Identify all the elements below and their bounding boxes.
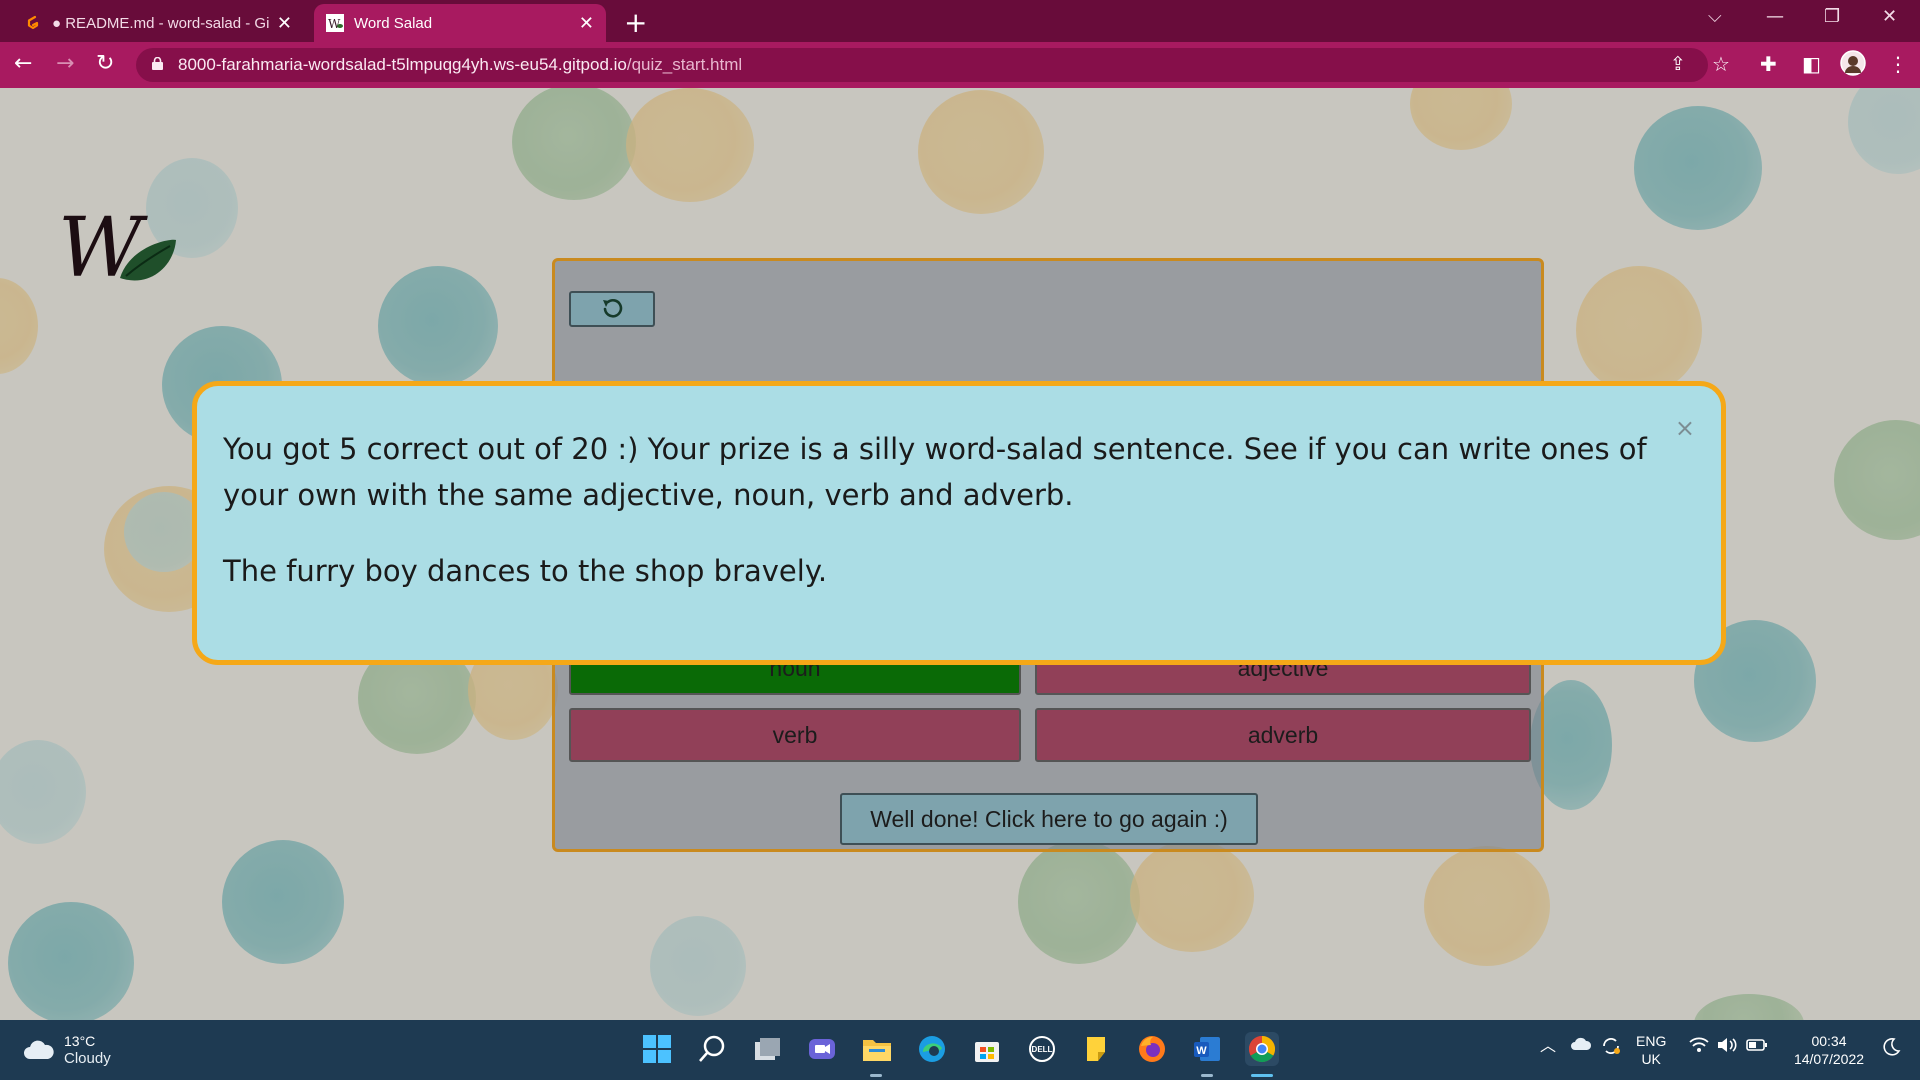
weather-condition: Cloudy bbox=[64, 1050, 111, 1067]
browser-toolbar: ← → ↻ 8000-farahmaria-wordsalad-t5lmpuqg… bbox=[0, 42, 1920, 88]
site-logo[interactable]: W bbox=[58, 201, 188, 298]
microsoft-store-icon[interactable] bbox=[970, 1032, 1004, 1066]
word-running-indicator bbox=[1201, 1074, 1213, 1077]
new-tab-button[interactable]: + bbox=[624, 6, 647, 39]
dell-icon[interactable]: DELL bbox=[1025, 1032, 1059, 1066]
taskbar: 13°C Cloudy DELL W ︿ ENG UK 00:34 14/07/… bbox=[0, 1020, 1920, 1080]
reset-icon bbox=[603, 299, 623, 318]
gitpod-icon bbox=[24, 14, 42, 32]
svg-text:W: W bbox=[1196, 1045, 1207, 1057]
side-panel-icon[interactable]: ◧ bbox=[1802, 52, 1821, 76]
extensions-icon[interactable]: ✚ bbox=[1760, 52, 1777, 76]
cloud-icon bbox=[24, 1040, 54, 1059]
task-view-icon[interactable] bbox=[750, 1032, 784, 1066]
logo-letters: W bbox=[58, 208, 148, 296]
forward-icon[interactable]: → bbox=[56, 51, 74, 76]
language-code: ENG bbox=[1636, 1033, 1667, 1049]
svg-text:DELL: DELL bbox=[1032, 1045, 1053, 1054]
tab-close-icon[interactable]: ✕ bbox=[277, 13, 292, 34]
page-viewport: W noun adjective verb adverb Well done! … bbox=[0, 88, 1920, 1020]
clock-date: 14/07/2022 bbox=[1793, 1051, 1865, 1067]
address-bar[interactable]: 8000-farahmaria-wordsalad-t5lmpuqg4yh.ws… bbox=[136, 48, 1708, 82]
tab-close-icon[interactable]: ✕ bbox=[579, 13, 594, 34]
sticky-notes-icon[interactable] bbox=[1080, 1032, 1114, 1066]
battery-icon[interactable] bbox=[1746, 1038, 1768, 1056]
onedrive-icon[interactable] bbox=[1570, 1036, 1592, 1056]
clock-time: 00:34 bbox=[1811, 1033, 1847, 1049]
profile-avatar[interactable] bbox=[1840, 50, 1866, 81]
file-explorer-running-indicator bbox=[870, 1074, 882, 1077]
tab-readme[interactable]: ● README.md - word-salad - Git ✕ bbox=[12, 4, 304, 42]
show-hidden-icons-icon[interactable]: ︿ bbox=[1540, 1038, 1556, 1056]
reset-button[interactable] bbox=[569, 291, 655, 327]
search-icon[interactable] bbox=[695, 1032, 729, 1066]
menu-kebab-icon[interactable]: ⋮ bbox=[1888, 52, 1908, 76]
word-icon[interactable]: W bbox=[1190, 1032, 1224, 1066]
chrome-icon[interactable] bbox=[1245, 1032, 1279, 1066]
language-indicator[interactable]: ENG UK bbox=[1636, 1032, 1666, 1068]
word-salad-logo-icon: W bbox=[58, 201, 176, 296]
tab-title: Word Salad bbox=[354, 14, 433, 32]
wifi-icon[interactable] bbox=[1688, 1036, 1710, 1058]
share-icon[interactable]: ⇪ bbox=[1670, 53, 1686, 75]
tab-title: ● README.md - word-salad - Git bbox=[52, 14, 269, 32]
reload-icon[interactable]: ↻ bbox=[96, 51, 114, 76]
url-path: /quiz_start.html bbox=[626, 55, 743, 74]
tab-search-icon[interactable]: ⌵ bbox=[1708, 6, 1722, 27]
browser-tab-strip: ● README.md - word-salad - Git ✕ W Word … bbox=[0, 0, 1920, 42]
go-again-button[interactable]: Well done! Click here to go again :) bbox=[840, 793, 1258, 845]
start-icon[interactable] bbox=[640, 1032, 674, 1066]
teams-chat-icon[interactable] bbox=[805, 1032, 839, 1066]
clock[interactable]: 00:34 14/07/2022 bbox=[1786, 1032, 1872, 1068]
firefox-icon[interactable] bbox=[1135, 1032, 1169, 1066]
restore-icon[interactable]: ❐ bbox=[1824, 6, 1840, 27]
url-text: 8000-farahmaria-wordsalad-t5lmpuqg4yh.ws… bbox=[178, 55, 742, 75]
tab-word-salad[interactable]: W Word Salad ✕ bbox=[314, 4, 606, 42]
prize-sentence: The furry boy dances to the shop bravely… bbox=[223, 554, 828, 588]
answer-button-verb[interactable]: verb bbox=[569, 708, 1021, 762]
result-message: You got 5 correct out of 20 :) Your priz… bbox=[223, 432, 1647, 512]
window-close-icon[interactable]: ✕ bbox=[1882, 6, 1897, 27]
weather-temp: 13°C bbox=[64, 1033, 96, 1049]
url-host: 8000-farahmaria-wordsalad-t5lmpuqg4yh.ws… bbox=[178, 55, 627, 74]
weather-widget[interactable]: 13°C Cloudy bbox=[22, 1032, 111, 1068]
back-icon[interactable]: ← bbox=[14, 51, 32, 76]
language-region: UK bbox=[1641, 1051, 1661, 1067]
volume-icon[interactable] bbox=[1716, 1036, 1738, 1058]
result-modal: × You got 5 correct out of 20 :) Your pr… bbox=[192, 381, 1726, 665]
chrome-active-indicator bbox=[1251, 1074, 1273, 1077]
edge-icon[interactable] bbox=[915, 1032, 949, 1066]
svg-text:W: W bbox=[328, 17, 341, 31]
sync-icon[interactable] bbox=[1600, 1035, 1622, 1061]
focus-assist-icon[interactable] bbox=[1880, 1036, 1902, 1062]
word-salad-favicon-icon: W bbox=[326, 14, 344, 32]
minimize-icon[interactable]: — bbox=[1766, 6, 1784, 27]
answer-button-adverb[interactable]: adverb bbox=[1035, 708, 1531, 762]
file-explorer-icon[interactable] bbox=[860, 1032, 894, 1066]
lock-icon bbox=[152, 57, 163, 70]
bookmark-star-icon[interactable]: ☆ bbox=[1712, 52, 1730, 76]
